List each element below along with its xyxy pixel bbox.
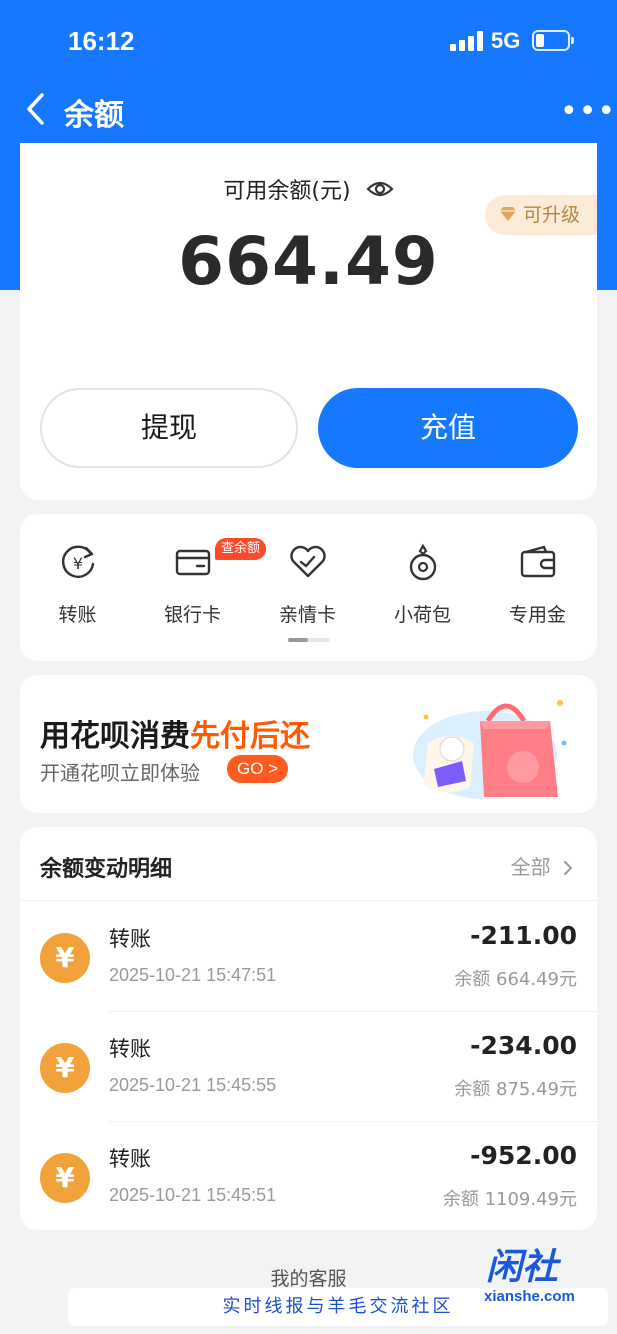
promo-title: 用花呗消费先付后还 [40,711,310,755]
bank-card-icon [173,542,213,582]
service-family-card[interactable]: 亲情卡 [250,542,365,627]
details-title: 余额变动明细 [40,857,173,882]
transaction-amount: -211.00 [470,921,577,950]
more-icon[interactable]: ••• [560,94,616,129]
service-small-pouch[interactable]: 小荷包 [365,542,480,627]
wallet-icon [518,542,558,582]
balance-label: 可用余额(元) [223,179,351,204]
balance-card: 可用余额(元) 可升级 664.49 提现 充值 [20,143,597,500]
transaction-time: 2025-10-21 15:45:55 [109,1075,277,1095]
transaction-name: 转账 [109,1147,151,1171]
family-card-icon [288,542,328,582]
yuan-coin-icon: ¥ [40,1153,90,1203]
promo-title-highlight: 先付后还 [190,719,310,754]
transfer-icon: ¥ [58,542,98,582]
service-transfer[interactable]: ¥ 转账 [20,542,135,627]
balance-amount: 664.49 [178,223,439,300]
nav-bar: 余额 ••• [0,80,617,142]
network-type: 5G [491,28,521,53]
transaction-time: 2025-10-21 15:47:51 [109,965,277,985]
service-label: 亲情卡 [278,604,336,626]
watermark-site: xianshe.com [484,1288,575,1305]
services-card: ¥ 转账 银行卡 亲情卡 小荷包 专用金 查余额 [20,514,597,661]
transaction-amount: -952.00 [470,1141,577,1170]
service-label: 专用金 [508,604,566,626]
details-all-label: 全部 [510,855,551,879]
page-indicator [288,638,330,642]
back-icon[interactable] [22,92,52,126]
transaction-balance: 余额 664.49元 [454,969,577,990]
transaction-row[interactable]: ¥ 转账 2025-10-21 15:45:51 -952.00 余额 1109… [20,1121,597,1231]
service-wallet[interactable]: 专用金 [480,542,595,627]
yuan-coin-icon: ¥ [40,933,90,983]
svg-text:¥: ¥ [72,554,82,573]
signal-icon [450,31,484,51]
transaction-name: 转账 [109,927,151,951]
huabei-promo-banner[interactable]: 用花呗消费先付后还 开通花呗立即体验 GO > [20,675,597,813]
page-title: 余额 [64,98,124,133]
watermark-logo: 闲社 [486,1247,559,1288]
promo-go-button[interactable]: GO > [227,755,289,783]
transaction-time: 2025-10-21 15:45:51 [109,1185,277,1205]
chevron-right-icon [563,857,573,881]
details-all-link[interactable]: 全部 [511,851,573,881]
promo-subtitle: 开通花呗立即体验 [40,761,200,785]
transaction-balance: 余额 875.49元 [454,1079,577,1100]
check-balance-badge: 查余额 [215,538,267,560]
transaction-row[interactable]: ¥ 转账 2025-10-21 15:45:55 -234.00 余额 875.… [20,1011,597,1121]
eye-icon[interactable] [366,179,394,205]
status-bar: 16:12 5G [0,0,617,80]
battery-icon [532,30,574,51]
recharge-button[interactable]: 充值 [318,388,578,468]
service-label: 转账 [58,604,97,626]
transaction-amount: -234.00 [470,1031,577,1060]
status-time: 16:12 [68,26,135,56]
promo-title-main: 用花呗消费 [40,719,190,754]
yuan-coin-icon: ¥ [40,1043,90,1093]
transaction-row[interactable]: ¥ 转账 2025-10-21 15:47:51 -211.00 余额 664.… [20,901,597,1011]
withdraw-button[interactable]: 提现 [40,388,298,468]
service-label: 银行卡 [163,604,221,626]
shopping-bag-illustration [400,685,580,805]
transaction-name: 转账 [109,1037,151,1061]
service-label: 小荷包 [393,604,451,626]
transaction-balance: 余额 1109.49元 [442,1189,577,1210]
balance-details-card: 余额变动明细 全部 ¥ 转账 2025-10-21 15:47:51 -211.… [20,827,597,1230]
small-pouch-icon [403,542,443,582]
